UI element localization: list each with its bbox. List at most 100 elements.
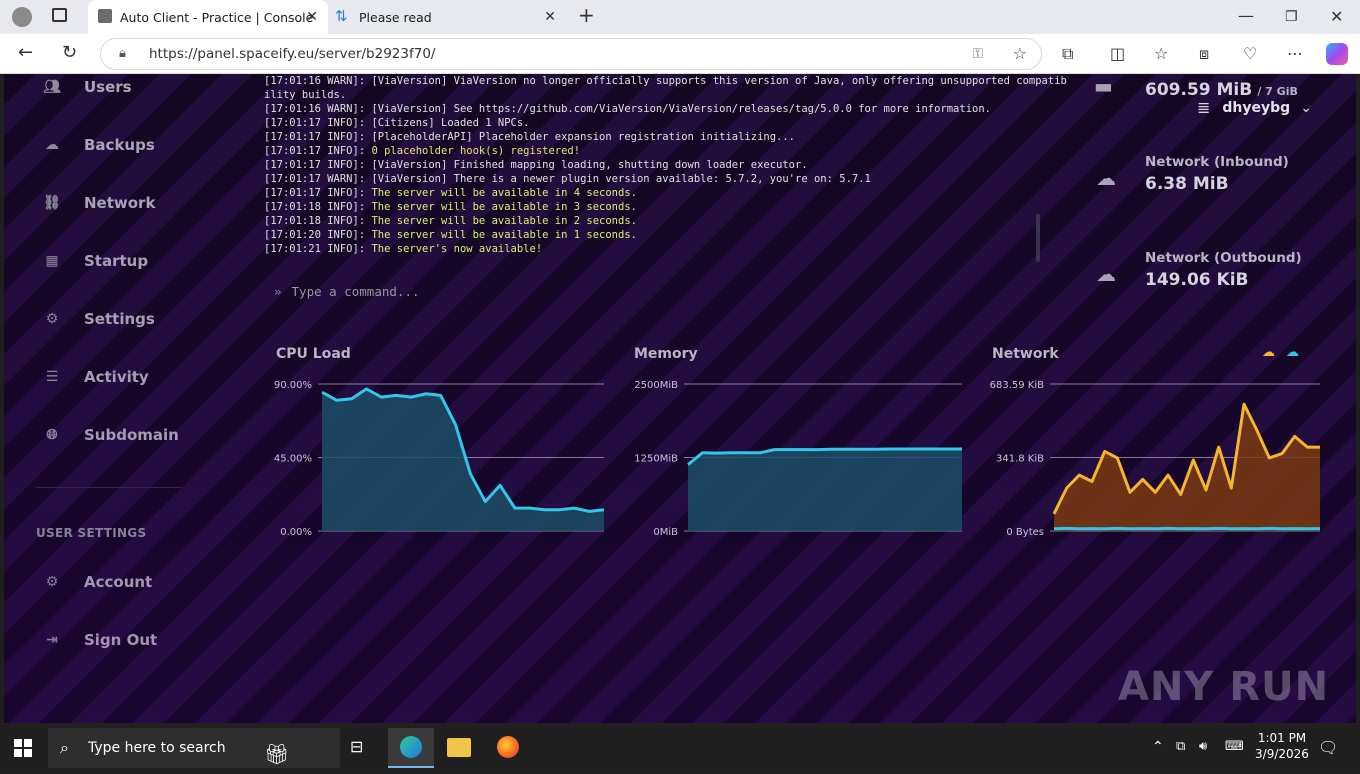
chart-title: Network <box>992 346 1059 362</box>
outbound-label: Network (Outbound) <box>1145 250 1302 266</box>
search-placeholder: Type here to search <box>88 740 226 756</box>
sidebar-item-label: Activity <box>84 368 149 386</box>
copilot-icon[interactable] <box>1326 43 1348 65</box>
network-icon: ⛓ <box>42 195 62 211</box>
tick-label: 0MiB <box>653 527 678 538</box>
browser-tabbar: Auto Client - Practice | Console ✕ ⇅ Ple… <box>0 0 1360 34</box>
sidebar-divider <box>36 487 182 488</box>
console-line: ility builds. <box>264 88 1044 102</box>
favorites-icon[interactable]: ☆ <box>1154 44 1168 64</box>
clock[interactable]: 1:01 PM 3/9/2026 <box>1254 731 1310 761</box>
edge-taskbar-button[interactable] <box>388 728 434 768</box>
chevron-down-icon: ⌄ <box>1300 100 1312 116</box>
sidebar-item-users[interactable]: 👥︎Users <box>42 78 132 96</box>
series-area <box>688 449 962 531</box>
network-tray-icon[interactable]: ⧉ <box>1176 739 1185 754</box>
sidebar-item-network[interactable]: ⛓ Network <box>42 194 155 212</box>
cloud-download-icon: ☁ <box>1096 166 1116 190</box>
sidebar-item-label: Settings <box>84 310 155 328</box>
console-line: [17:01:18 INFO]: The server will be avai… <box>264 214 1044 228</box>
lock-icon: 🔒︎ <box>119 39 126 69</box>
restore-icon[interactable]: ❐ <box>1285 7 1298 27</box>
task-view-icon[interactable]: ⊟ <box>350 737 363 756</box>
search-icon: ⌕ <box>60 728 69 768</box>
console-line: [17:01:17 INFO]: [Citizens] Loaded 1 NPC… <box>264 116 1044 130</box>
cpu-chart-svg: 90.00%45.00%0.00% <box>264 330 604 550</box>
split-screen-icon[interactable]: ◫ <box>1110 44 1125 64</box>
sidebar-item-startup[interactable]: ▦Startup <box>42 252 148 270</box>
command-placeholder: Type a command... <box>292 284 420 299</box>
notifications-icon[interactable]: 🗨︎ <box>1318 738 1338 757</box>
file-explorer-icon[interactable] <box>447 738 471 757</box>
keyboard-icon[interactable]: ⌨ <box>1225 739 1244 754</box>
performance-icon[interactable]: ♡ <box>1243 44 1257 64</box>
close-tab-icon[interactable]: ✕ <box>544 9 556 25</box>
tab-label: Auto Client - Practice | Console <box>120 10 313 25</box>
sort-arrows-icon: ⇅ <box>335 7 348 25</box>
chevron-up-icon[interactable]: ⌃ <box>1152 739 1164 755</box>
close-tab-icon[interactable]: ✕ <box>306 9 318 25</box>
console-line: [17:01:18 INFO]: The server will be avai… <box>264 200 1044 214</box>
key-icon[interactable]: ⚿ <box>973 39 983 69</box>
sidebar-item-settings[interactable]: ⚙ Settings <box>42 310 155 328</box>
taskbar-search[interactable]: ⌕ Type here to search 🎁︎ <box>48 728 340 768</box>
outbound-value: 149.06 KiB <box>1145 270 1302 290</box>
profile-icon[interactable] <box>12 7 32 27</box>
new-tab-icon[interactable]: + <box>578 5 595 25</box>
close-window-icon[interactable]: ✕ <box>1330 7 1343 27</box>
extensions-icon[interactable]: ⧉ <box>1062 44 1073 64</box>
sidebar-item-label: Network <box>84 194 155 212</box>
tick-label: 45.00% <box>274 454 312 465</box>
favorite-star-icon[interactable]: ☆ <box>1013 39 1027 69</box>
cloud-upload-legend-icon: ☁ <box>1262 345 1275 360</box>
user-menu[interactable]: ≣ dhyeybg ⌄ <box>1197 98 1312 117</box>
command-input[interactable]: »Type a command... <box>274 284 419 299</box>
more-menu-icon[interactable]: ⋯ <box>1287 44 1303 64</box>
cloud-upload-icon: ☁ <box>1096 262 1116 286</box>
sidebar-item-backups[interactable]: ☁Backups <box>42 136 155 154</box>
cloud-download-legend-icon: ☁ <box>1286 345 1299 360</box>
tab-console[interactable]: Auto Client - Practice | Console ✕ <box>88 0 328 34</box>
back-icon[interactable]: ← <box>18 43 33 63</box>
edge-icon <box>400 736 422 758</box>
sidebar-item-subdomain[interactable]: 🌐︎Subdomain <box>42 426 179 444</box>
firefox-icon[interactable] <box>497 736 519 758</box>
refresh-icon[interactable]: ↻ <box>62 43 77 63</box>
tab-label: Please read <box>359 10 432 25</box>
chart-title: Memory <box>634 346 698 362</box>
address-bar[interactable]: 🔒︎ https://panel.spaceify.eu/server/b292… <box>100 38 1042 70</box>
minimize-icon[interactable]: — <box>1238 6 1254 26</box>
memory-icon: ▬ <box>1094 74 1113 98</box>
sidebar-item-label: Sign Out <box>84 631 157 649</box>
clock-time: 1:01 PM <box>1254 731 1310 745</box>
favicon-icon <box>98 9 112 23</box>
tab-please-read[interactable]: ⇅ Please read ✕ <box>330 0 566 34</box>
sidebar-item-label: Backups <box>84 136 155 154</box>
chart-icon: ▦ <box>42 253 62 269</box>
sidebar-item-activity[interactable]: ☰Activity <box>42 368 149 386</box>
console-scrollbar[interactable] <box>1036 214 1040 262</box>
console-line: [17:01:20 INFO]: The server will be avai… <box>264 228 1044 242</box>
tab-actions-icon[interactable] <box>52 8 67 22</box>
console-output[interactable]: [17:01:16 WARN]: [ViaVersion] ViaVersion… <box>264 74 1044 264</box>
gear-icon: ⚙ <box>42 574 62 590</box>
gift-icon: 🎁︎ <box>264 734 289 774</box>
inbound-value: 6.38 MiB <box>1145 174 1289 194</box>
chart-title: CPU Load <box>276 346 351 362</box>
sidebar-item-sign-out[interactable]: ⇥Sign Out <box>42 631 157 649</box>
series-area <box>1054 404 1320 531</box>
gear-icon: ⚙ <box>42 311 62 327</box>
url-text: https://panel.spaceify.eu/server/b2923f7… <box>149 46 435 62</box>
console-line: [17:01:16 WARN]: [ViaVersion] ViaVersion… <box>264 74 1044 88</box>
collections-icon[interactable]: ⧈ <box>1199 44 1209 64</box>
inbound-label: Network (Inbound) <box>1145 154 1289 170</box>
console-line: [17:01:17 WARN]: [ViaVersion] There is a… <box>264 172 1044 186</box>
console-line: [17:01:17 INFO]: [ViaVersion] Finished m… <box>264 158 1044 172</box>
windows-start-icon[interactable] <box>14 739 32 757</box>
clock-date: 3/9/2026 <box>1254 747 1310 761</box>
network-chart-svg: 683.59 KiB341.8 KiB0 Bytes <box>980 330 1320 550</box>
volume-icon[interactable]: 🔊︎ <box>1199 739 1207 754</box>
anyrun-watermark: ANY RUN <box>1118 664 1329 710</box>
cpu-chart: CPU Load 90.00%45.00%0.00% <box>264 330 604 550</box>
sidebar-item-account[interactable]: ⚙Account <box>42 573 152 591</box>
